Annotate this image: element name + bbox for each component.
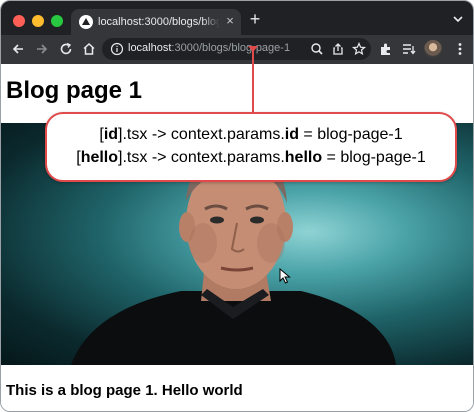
url-path: :3000/blogs/blog-page-1: [171, 42, 291, 54]
browser-tab[interactable]: localhost:3000/blogs/blog-page-1 ×: [71, 9, 241, 35]
reload-icon[interactable]: [58, 41, 74, 57]
close-window-button[interactable]: [13, 15, 25, 27]
reading-list-icon[interactable]: [401, 41, 417, 57]
callout-connector: [252, 49, 254, 113]
back-icon[interactable]: [10, 41, 26, 57]
tab-title: localhost:3000/blogs/blog-page-1: [98, 16, 220, 28]
zoom-icon[interactable]: [309, 41, 325, 57]
address-bar[interactable]: localhost:3000/blogs/blog-page-1: [102, 38, 371, 60]
forward-icon[interactable]: [34, 41, 50, 57]
vercel-triangle-icon: [79, 15, 93, 29]
mouse-cursor-icon: [279, 268, 291, 284]
page-title: Blog page 1: [6, 77, 143, 104]
tab-search-chevron-icon[interactable]: [451, 12, 465, 26]
tab-strip: localhost:3000/blogs/blog-page-1 × +: [1, 1, 473, 35]
new-tab-button[interactable]: +: [247, 10, 263, 28]
tab-close-icon[interactable]: ×: [223, 14, 237, 28]
annotation-callout: [id].tsx -> context.params.id = blog-pag…: [45, 112, 457, 182]
home-icon[interactable]: [81, 41, 97, 57]
avatar[interactable]: [424, 40, 442, 58]
browser-window: localhost:3000/blogs/blog-page-1 × +: [0, 0, 474, 412]
blog-body-text: This is a blog page 1. Hello world: [6, 382, 243, 399]
bookmark-star-icon[interactable]: [351, 41, 367, 57]
url-host: localhost: [128, 42, 172, 54]
browser-toolbar: localhost:3000/blogs/blog-page-1: [1, 35, 473, 64]
maximize-window-button[interactable]: [51, 15, 63, 27]
kebab-menu-icon[interactable]: [452, 41, 468, 57]
callout-line-id: [id].tsx -> context.params.id = blog-pag…: [99, 126, 403, 143]
callout-line-hello: [hello].tsx -> context.params.hello = bl…: [76, 149, 426, 166]
url-text[interactable]: localhost:3000/blogs/blog-page-1: [128, 42, 308, 56]
extensions-icon[interactable]: [378, 41, 394, 57]
minimize-window-button[interactable]: [32, 15, 44, 27]
share-icon[interactable]: [330, 41, 346, 57]
info-icon[interactable]: [110, 42, 124, 56]
